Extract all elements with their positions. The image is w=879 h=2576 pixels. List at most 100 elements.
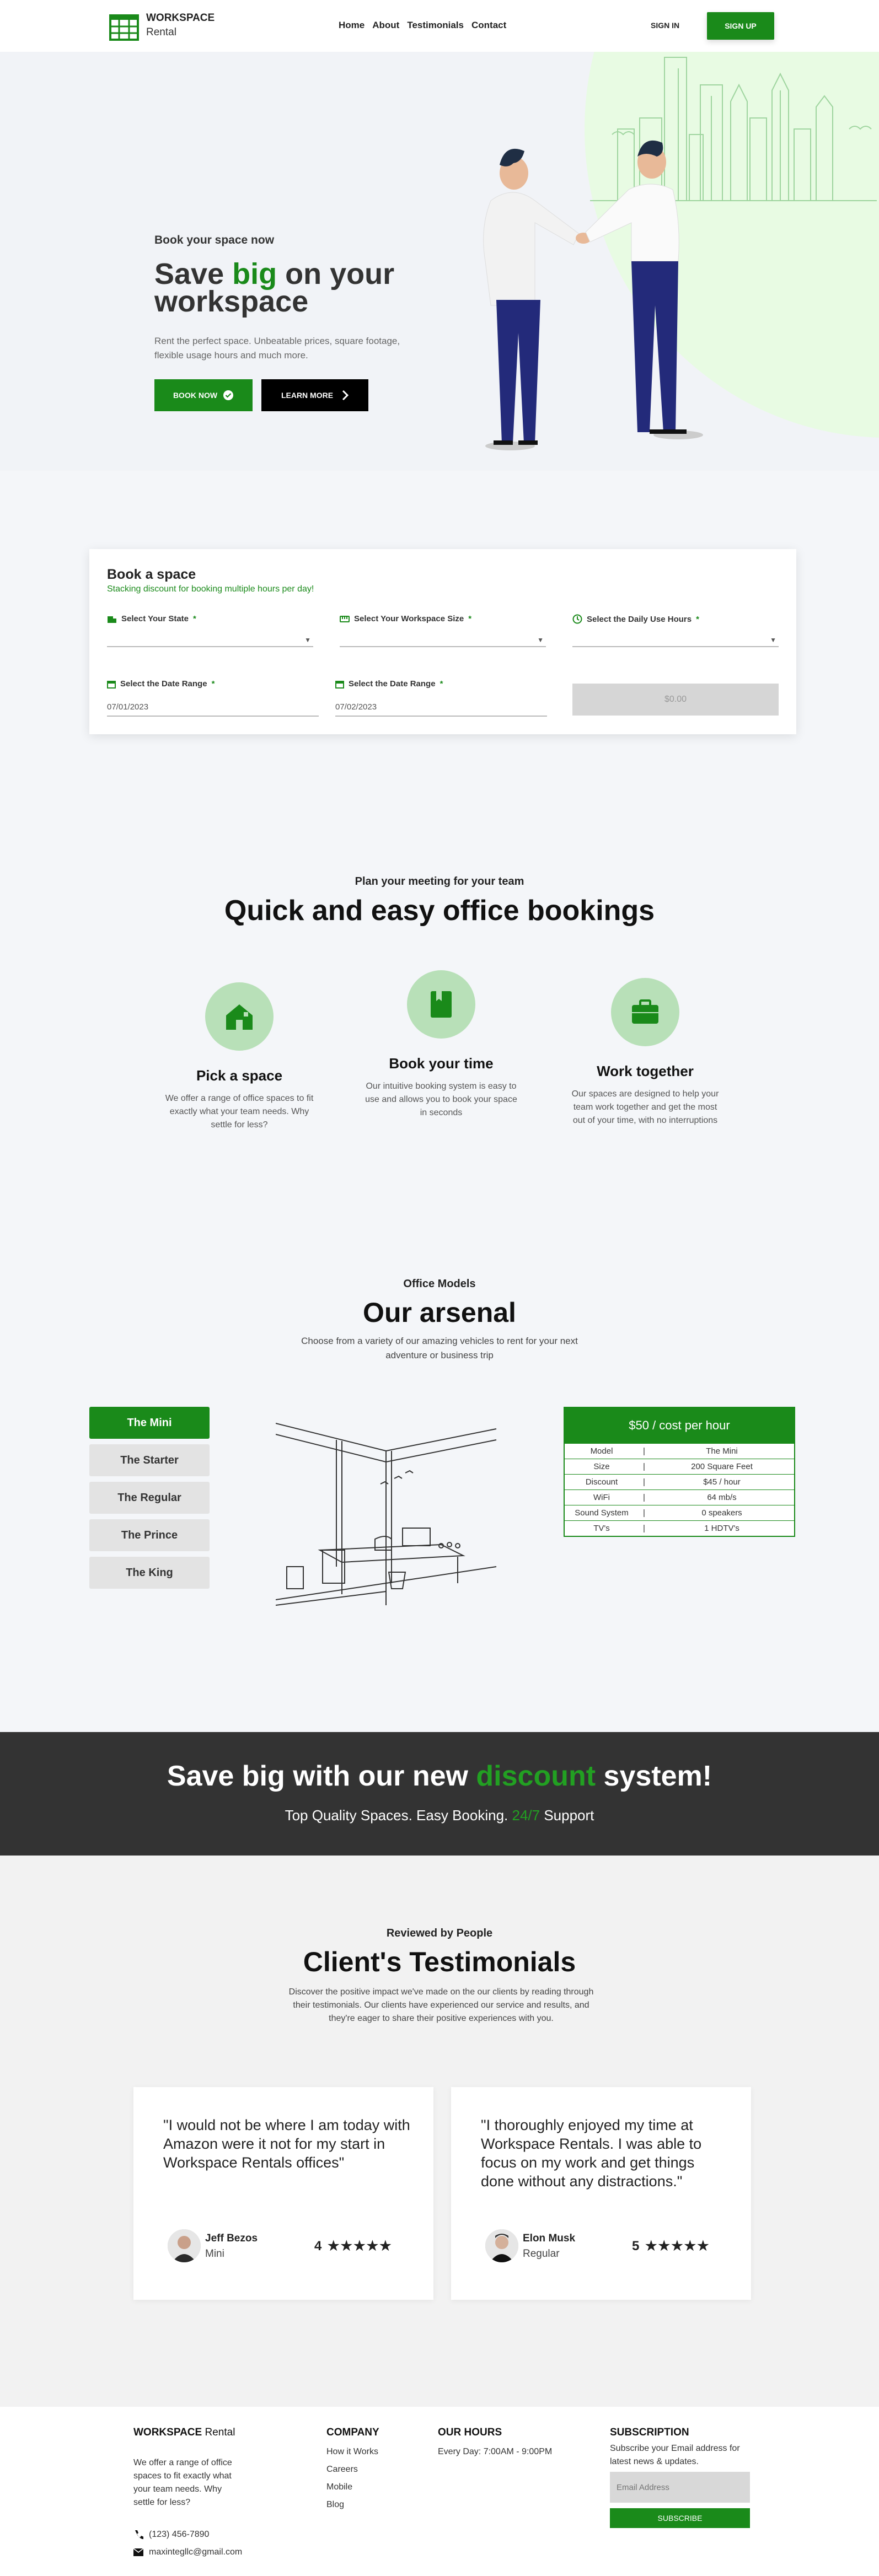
start-date-value: 07/01/2023 [107,702,149,712]
hours-label-text: Select the Daily Use Hours [587,614,692,624]
nav-links: Home About Testimonials Contact [339,20,506,31]
building-icon [108,616,116,623]
model-tab-the-king[interactable]: The King [89,1557,210,1589]
footer-phone[interactable]: (123) 456-7890 [133,2528,209,2541]
nav-link-about[interactable]: About [372,20,399,31]
spec-separator: | [643,1446,645,1456]
feature-book-your-time: Book your time Our intuitive booking sys… [364,970,518,1120]
start-date-input[interactable]: 07/01/2023 [107,701,319,717]
spec-row: Sound System | 0 speakers [565,1505,794,1520]
spec-row: Discount | $45 / hour [565,1474,794,1489]
model-tab-the-starter[interactable]: The Starter [89,1444,210,1476]
spec-separator: | [643,1524,645,1533]
banner-title: Save big with our new discount system! [0,1760,879,1793]
subscribe-button[interactable]: SUBSCRIBE [610,2508,750,2528]
daily-hours-select[interactable]: ▼ [572,633,779,647]
book-now-label: BOOK NOW [173,391,218,400]
footer-link-mobile[interactable]: Mobile [326,2478,378,2496]
sign-up-button[interactable]: SIGN UP [707,12,774,40]
booking-form-card: Book a space Stacking discount for booki… [89,549,796,734]
price-per-hour-header: $50 / cost per hour [565,1408,794,1443]
field-underline [572,646,779,647]
banner-title-highlight: discount [476,1760,596,1792]
footer-subscription-text: Subscribe your Email address for latest … [610,2444,740,2466]
spec-value: The Mini [706,1446,738,1456]
nav-link-contact[interactable]: Contact [471,20,506,31]
model-spec-table: $50 / cost per hour Model | The Mini Size |… [564,1407,795,1537]
state-select[interactable]: ▼ [107,633,313,647]
arsenal-title: Our arsenal [363,1297,516,1328]
spec-separator: | [643,1493,645,1502]
size-field-label: Select Your Workspace Size * [340,614,471,623]
nav-link-testimonials[interactable]: Testimonials [407,20,464,31]
banner-sub-pre: Top Quality Spaces. Easy Booking. [285,1807,512,1824]
spec-key: Discount [585,1477,618,1487]
spec-value: 1 HDTV's [704,1524,739,1533]
feature-description: Our intuitive booking system is easy to … [365,1082,517,1117]
end-date-field-label: Select the Date Range * [335,679,443,689]
footer-email-text: maxintegllc@gmail.com [149,2547,243,2557]
learn-more-button[interactable]: LEARN MORE [261,379,368,411]
hero-title: Save big on your workspace [154,259,441,316]
arsenal-description: Choose from a variety of our amazing veh… [301,1336,578,1360]
spec-key: Sound System [575,1508,629,1518]
model-tab-the-regular[interactable]: The Regular [89,1482,210,1514]
testimonials-title: Client's Testimonials [303,1946,576,1977]
model-tabs: The Mini The Starter The Regular The Pri… [89,1407,210,1589]
footer: WORKSPACE Rental We offer a range of off… [0,2407,879,2576]
logo-icon[interactable] [109,13,139,41]
discount-banner: Save big with our new discount system! T… [0,1732,879,1856]
required-mark: * [696,614,699,624]
footer-link-careers[interactable]: Careers [326,2461,378,2478]
model-tab-the-mini[interactable]: The Mini [89,1407,210,1439]
testimonial-rating: 4 ★★★★★ [314,2238,393,2254]
field-underline [107,716,319,717]
banner-subtitle: Top Quality Spaces. Easy Booking. 24/7 S… [0,1807,879,1824]
workspace-size-select[interactable]: ▼ [340,633,546,647]
footer-link-blog[interactable]: Blog [326,2496,378,2514]
spec-key: WiFi [593,1493,610,1502]
avatar [168,2229,201,2262]
subscription-email-input[interactable] [610,2472,750,2503]
spec-row: WiFi | 64 mb/s [565,1489,794,1505]
end-date-label-text: Select the Date Range [349,679,436,689]
footer-brand-description: We offer a range of office spaces to fit… [133,2458,232,2507]
feature-title: Pick a space [196,1067,283,1084]
spec-key: TV's [593,1524,610,1533]
end-date-input[interactable]: 07/02/2023 [335,701,547,717]
clock-icon [572,614,582,624]
testimonials-description: Discover the positive impact we've made … [288,1987,594,2023]
feature-icon-circle [611,978,679,1046]
field-underline [340,646,546,647]
spec-row: TV's | 1 HDTV's [565,1520,794,1536]
logo-title[interactable]: WORKSPACE [146,12,215,24]
footer-email[interactable]: maxintegllc@gmail.com [133,2546,242,2559]
star-icons: ★★★★★ [328,2239,393,2254]
footer-hours-text: Every Day: 7:00AM - 9:00PM [438,2447,553,2456]
required-mark: * [468,614,472,623]
features-title: Quick and easy office bookings [224,895,655,927]
field-underline [107,646,313,647]
model-tab-the-prince[interactable]: The Prince [89,1519,210,1551]
top-navbar: WORKSPACE Rental Home About Testimonials… [0,0,879,52]
footer-brand: WORKSPACE Rental [133,2427,235,2439]
testimonials-section: Reviewed by People Client's Testimonials… [0,1856,879,2407]
feature-title: Book your time [389,1055,494,1072]
feature-description: We offer a range of office spaces to fit… [165,1094,314,1130]
footer-link-how-it-works[interactable]: How it Works [326,2443,378,2461]
testimonial-role: Mini [205,2248,224,2260]
logo-subtitle[interactable]: Rental [146,26,176,39]
footer-company-links: How it Works Careers Mobile Blog [326,2443,378,2514]
book-now-button[interactable]: BOOK NOW [154,379,253,411]
testimonial-card: "I thoroughly enjoyed my time at Workspa… [451,2087,751,2300]
feature-title: Work together [597,1063,694,1079]
footer-phone-text: (123) 456-7890 [149,2530,210,2539]
feature-pick-a-space: Pick a space We offer a range of office … [162,982,317,1132]
handshake-illustration [483,140,703,450]
price-total-button[interactable]: $0.00 [572,684,779,716]
sign-in-link[interactable]: SIGN IN [651,21,679,30]
hero-description: Rent the perfect space. Unbeatable price… [154,336,400,361]
nav-link-home[interactable]: Home [339,20,365,31]
end-date-value: 07/02/2023 [335,702,377,712]
hero-section: Book your space now Save big on your wor… [0,52,879,471]
